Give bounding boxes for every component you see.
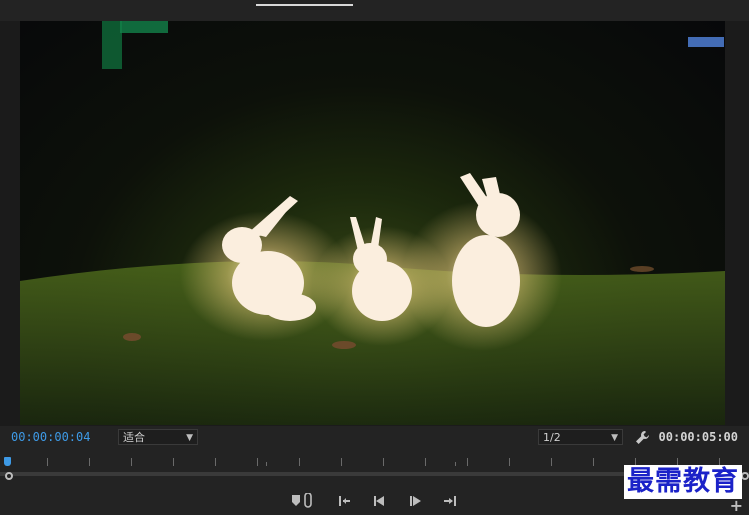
ruler-tick — [257, 458, 258, 466]
zoom-level-select[interactable]: 适合 ▼ — [118, 429, 198, 445]
playhead-marker[interactable] — [4, 457, 11, 466]
go-to-in-icon[interactable] — [336, 493, 354, 509]
program-monitor[interactable] — [0, 21, 749, 426]
play-icon[interactable] — [407, 493, 425, 509]
monitor-controls-bar: 00:00:00:04 适合 ▼ 1/2 ▼ 00:00:05:00 — [0, 426, 749, 450]
duration-timecode: 00:00:05:00 — [658, 430, 738, 444]
ruler-tick — [47, 458, 48, 466]
ruler-minor-tick — [455, 462, 456, 466]
watermark-logo: 最需教育 — [624, 465, 742, 499]
ruler-tick — [593, 458, 594, 466]
ruler-tick — [341, 458, 342, 466]
playback-resolution-value: 1/2 — [543, 431, 561, 444]
zoom-end-handle[interactable] — [741, 472, 749, 480]
ruler-tick — [299, 458, 300, 466]
chevron-down-icon: ▼ — [611, 433, 618, 443]
chevron-down-icon: ▼ — [186, 433, 193, 443]
ruler-tick — [131, 458, 132, 466]
ruler-tick — [425, 458, 426, 466]
video-frame — [20, 21, 725, 425]
ruler-tick — [215, 458, 216, 466]
zoom-level-value: 适合 — [123, 431, 145, 444]
playback-resolution-select[interactable]: 1/2 ▼ — [538, 429, 623, 445]
go-to-out-icon[interactable] — [441, 493, 459, 509]
step-back-icon[interactable] — [371, 493, 389, 509]
ruler-tick — [173, 458, 174, 466]
video-frame-illustration — [20, 21, 725, 425]
ruler-tick — [551, 458, 552, 466]
settings-wrench-icon[interactable] — [634, 429, 652, 447]
ruler-tick — [89, 458, 90, 466]
ruler-tick — [383, 458, 384, 466]
zoom-start-handle[interactable] — [5, 472, 13, 480]
ruler-tick — [509, 458, 510, 466]
ruler-tick — [467, 458, 468, 466]
current-timecode[interactable]: 00:00:00:04 — [11, 430, 90, 444]
active-tab-indicator — [256, 4, 353, 6]
panel-tab-bar — [0, 0, 749, 21]
marker-icon[interactable] — [290, 493, 314, 509]
ruler-minor-tick — [266, 462, 267, 466]
